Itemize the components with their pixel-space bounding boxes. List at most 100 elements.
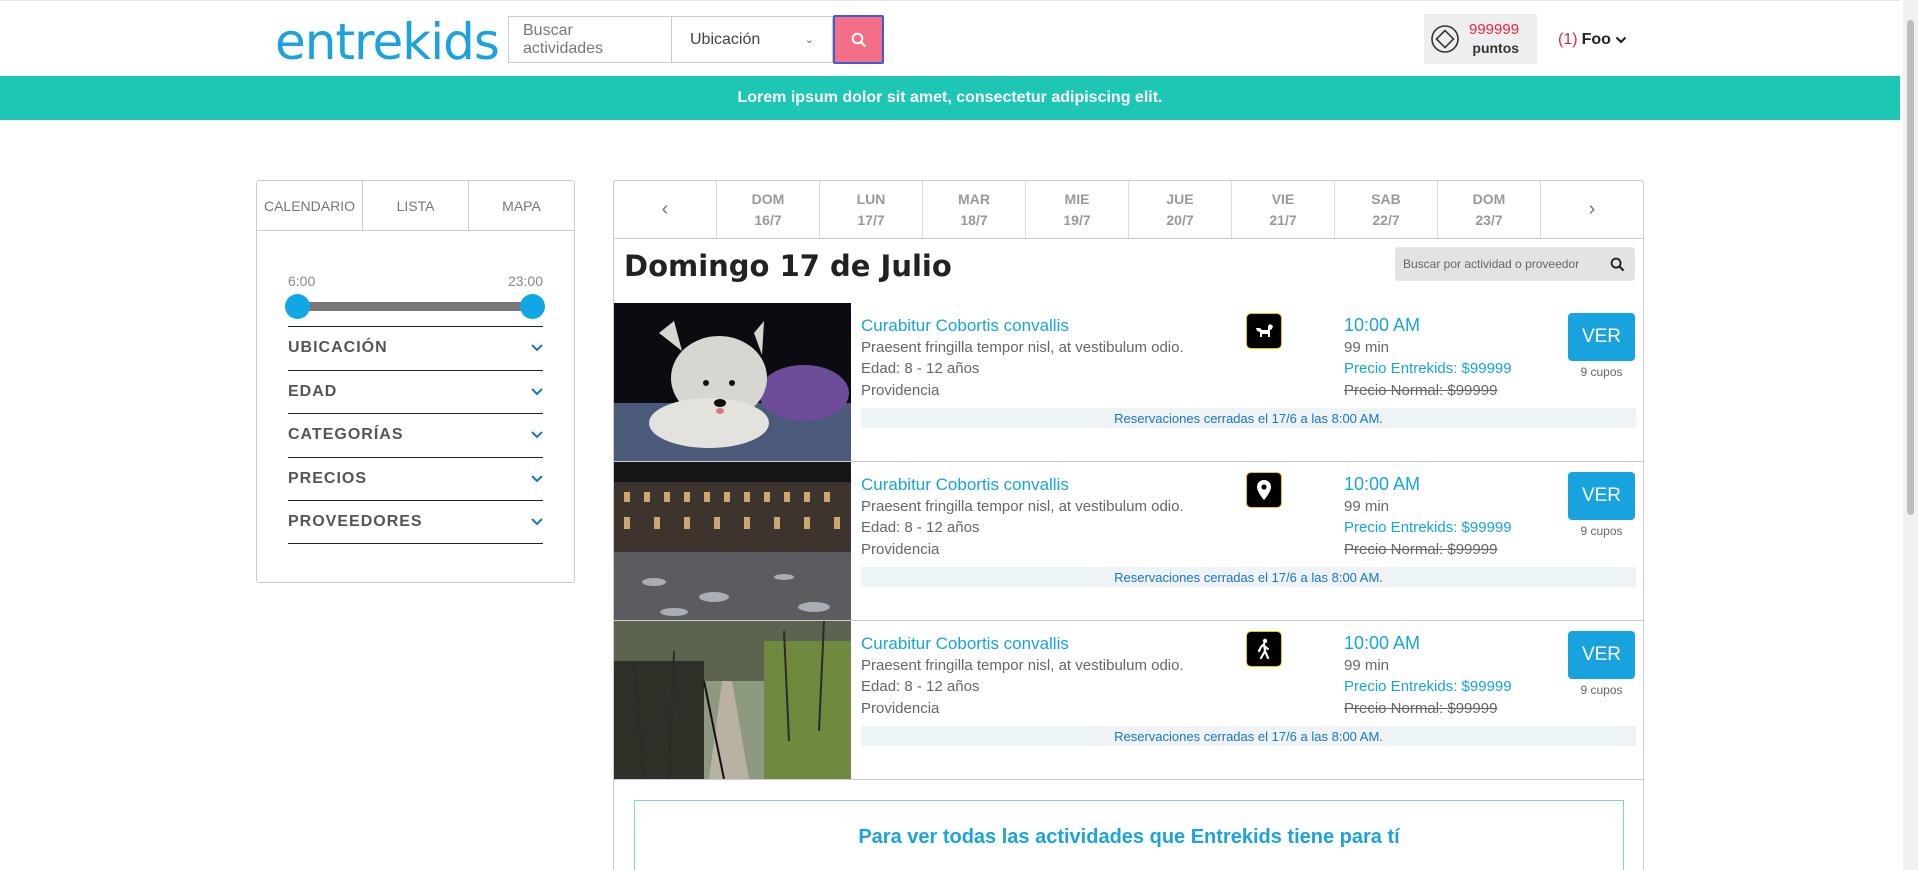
- activity-time: 10:00 AM: [1344, 474, 1421, 494]
- activity-info: Curabitur Cobortis convallis Praesent fr…: [861, 474, 1184, 560]
- activity-photo[interactable]: [614, 303, 851, 461]
- chevron-down-icon: [531, 388, 543, 396]
- day-date: 21/7: [1269, 211, 1297, 228]
- activity-info: Curabitur Cobortis convallis Praesent fr…: [861, 633, 1184, 719]
- slider-min-handle[interactable]: [285, 294, 310, 319]
- day-option[interactable]: MIE 19/7: [1026, 181, 1129, 238]
- activity-photo[interactable]: [614, 462, 851, 620]
- filter-list: UBICACIÓN EDAD CATEGORÍAS PRECIOS PROVEE…: [257, 326, 574, 544]
- search-icon: [1610, 257, 1625, 271]
- top-header: entrekids Buscar actividades Ubicación ⌄…: [0, 0, 1900, 76]
- search-icon: [851, 32, 866, 47]
- ver-button[interactable]: VER: [1568, 472, 1635, 520]
- map-pin-icon: [1246, 472, 1282, 508]
- points-value: 999999: [1469, 21, 1520, 38]
- activity-duration: 99 min: [1344, 497, 1390, 515]
- filter-label: PROVEEDORES: [288, 512, 423, 530]
- activity-duration: 99 min: [1344, 338, 1390, 356]
- time-range-min-label: 6:00: [288, 273, 316, 289]
- view-tabs: CALENDARIO LISTA MAPA: [257, 181, 574, 231]
- activity-title[interactable]: Curabitur Cobortis convallis: [861, 633, 1184, 655]
- activity-location: Providencia: [861, 381, 940, 399]
- date-header: Domingo 17 de Julio Buscar por actividad…: [614, 239, 1643, 303]
- day-option[interactable]: SAB 22/7: [1335, 181, 1438, 238]
- day-date: 19/7: [1063, 211, 1091, 228]
- filter-label: PRECIOS: [288, 469, 368, 487]
- activity-time: 10:00 AM: [1344, 315, 1421, 335]
- points-icon: [1431, 25, 1459, 53]
- activity-card: Curabitur Cobortis convallis Praesent fr…: [614, 462, 1643, 621]
- activity-age: Edad: 8 - 12 años: [861, 360, 980, 377]
- entrekids-logo[interactable]: entrekids: [275, 13, 500, 71]
- day-name: DOM: [1472, 190, 1506, 207]
- tab-mapa[interactable]: MAPA: [469, 181, 574, 230]
- day-option[interactable]: DOM 23/7: [1438, 181, 1541, 238]
- slider-track[interactable]: [297, 302, 532, 311]
- location-select[interactable]: Ubicación ⌄: [671, 16, 833, 63]
- activity-description: Praesent fringilla tempor nisl, at vesti…: [861, 497, 1184, 515]
- activity-search-placeholder: Buscar por actividad o proveedor: [1403, 257, 1580, 271]
- filter-categorias[interactable]: CATEGORÍAS: [288, 413, 543, 457]
- user-menu[interactable]: (1) Foo: [1558, 31, 1627, 49]
- search-button[interactable]: [833, 15, 884, 64]
- next-week-button[interactable]: ›: [1541, 181, 1643, 238]
- day-date: 20/7: [1166, 211, 1194, 228]
- points-label: puntos: [1472, 40, 1520, 56]
- activity-duration: 99 min: [1344, 656, 1390, 674]
- ver-button[interactable]: VER: [1568, 313, 1635, 361]
- filter-ubicacion[interactable]: UBICACIÓN: [288, 326, 543, 370]
- dog-icon: [1246, 313, 1282, 349]
- activity-title[interactable]: Curabitur Cobortis convallis: [861, 315, 1184, 337]
- activity-time: 10:00 AM: [1344, 633, 1421, 653]
- day-option[interactable]: LUN 17/7: [820, 181, 923, 238]
- location-select-label: Ubicación: [690, 30, 761, 48]
- day-option[interactable]: DOM 16/7: [717, 181, 820, 238]
- filter-label: CATEGORÍAS: [288, 426, 404, 444]
- user-name: Foo: [1581, 31, 1611, 48]
- day-date: 23/7: [1475, 211, 1503, 228]
- day-option[interactable]: VIE 21/7: [1232, 181, 1335, 238]
- activity-photo[interactable]: [614, 621, 851, 779]
- day-name: VIE: [1271, 190, 1295, 207]
- activity-description: Praesent fringilla tempor nisl, at vesti…: [861, 338, 1184, 356]
- filter-precios[interactable]: PRECIOS: [288, 456, 543, 501]
- activity-card: Curabitur Cobortis convallis Praesent fr…: [614, 621, 1643, 780]
- reservation-closed-note: Reservaciones cerradas el 17/6 a las 8:0…: [861, 726, 1636, 746]
- day-date: 17/7: [857, 211, 885, 228]
- page-scrollbar[interactable]: [1903, 0, 1918, 870]
- tab-lista[interactable]: LISTA: [363, 181, 469, 230]
- day-date: 18/7: [960, 211, 988, 228]
- chevron-down-icon: ⌄: [804, 34, 814, 46]
- activity-title[interactable]: Curabitur Cobortis convallis: [861, 474, 1184, 496]
- points-badge[interactable]: 999999 puntos: [1424, 14, 1537, 64]
- day-name: JUE: [1166, 190, 1194, 207]
- filter-proveedores[interactable]: PROVEEDORES: [288, 500, 543, 544]
- activity-panel: ‹ DOM 16/7 LUN 17/7 MAR 18/7 MIE 19/7 JUE 20/…: [613, 180, 1644, 870]
- chevron-down-icon: [531, 431, 543, 439]
- slider-max-handle[interactable]: [520, 294, 545, 319]
- scrollbar-thumb[interactable]: [1907, 20, 1914, 515]
- reservation-closed-note: Reservaciones cerradas el 17/6 a las 8:0…: [861, 408, 1636, 428]
- tab-calendario[interactable]: CALENDARIO: [257, 181, 363, 230]
- day-date: 22/7: [1372, 211, 1400, 228]
- activity-search-input[interactable]: Buscar por actividad o proveedor: [1395, 247, 1635, 281]
- day-option[interactable]: MAR 18/7: [923, 181, 1026, 238]
- filter-edad[interactable]: EDAD: [288, 369, 543, 414]
- entrekids-price: Precio Entrekids: $99999: [1344, 678, 1512, 695]
- day-name: MIE: [1064, 190, 1090, 207]
- banner-text: Lorem ipsum dolor sit amet, consectetur …: [737, 89, 1163, 106]
- normal-price: Precio Normal: $99999: [1344, 540, 1498, 558]
- activity-age: Edad: 8 - 12 años: [861, 519, 980, 536]
- entrekids-price: Precio Entrekids: $99999: [1344, 360, 1512, 377]
- spots-count: 9 cupos: [1580, 365, 1623, 379]
- ver-button[interactable]: VER: [1568, 631, 1635, 679]
- prev-week-button[interactable]: ‹: [614, 181, 717, 238]
- day-option[interactable]: JUE 20/7: [1129, 181, 1232, 238]
- filter-label: EDAD: [288, 382, 338, 400]
- search-input[interactable]: Buscar actividades: [508, 16, 671, 63]
- entrekids-price: Precio Entrekids: $99999: [1344, 519, 1512, 536]
- promo-text: Para ver todas las actividades que Entre…: [858, 826, 1400, 848]
- reservation-closed-note: Reservaciones cerradas el 17/6 a las 8:0…: [861, 567, 1636, 587]
- chevron-down-icon: [531, 344, 543, 352]
- chevron-down-icon: [531, 475, 543, 483]
